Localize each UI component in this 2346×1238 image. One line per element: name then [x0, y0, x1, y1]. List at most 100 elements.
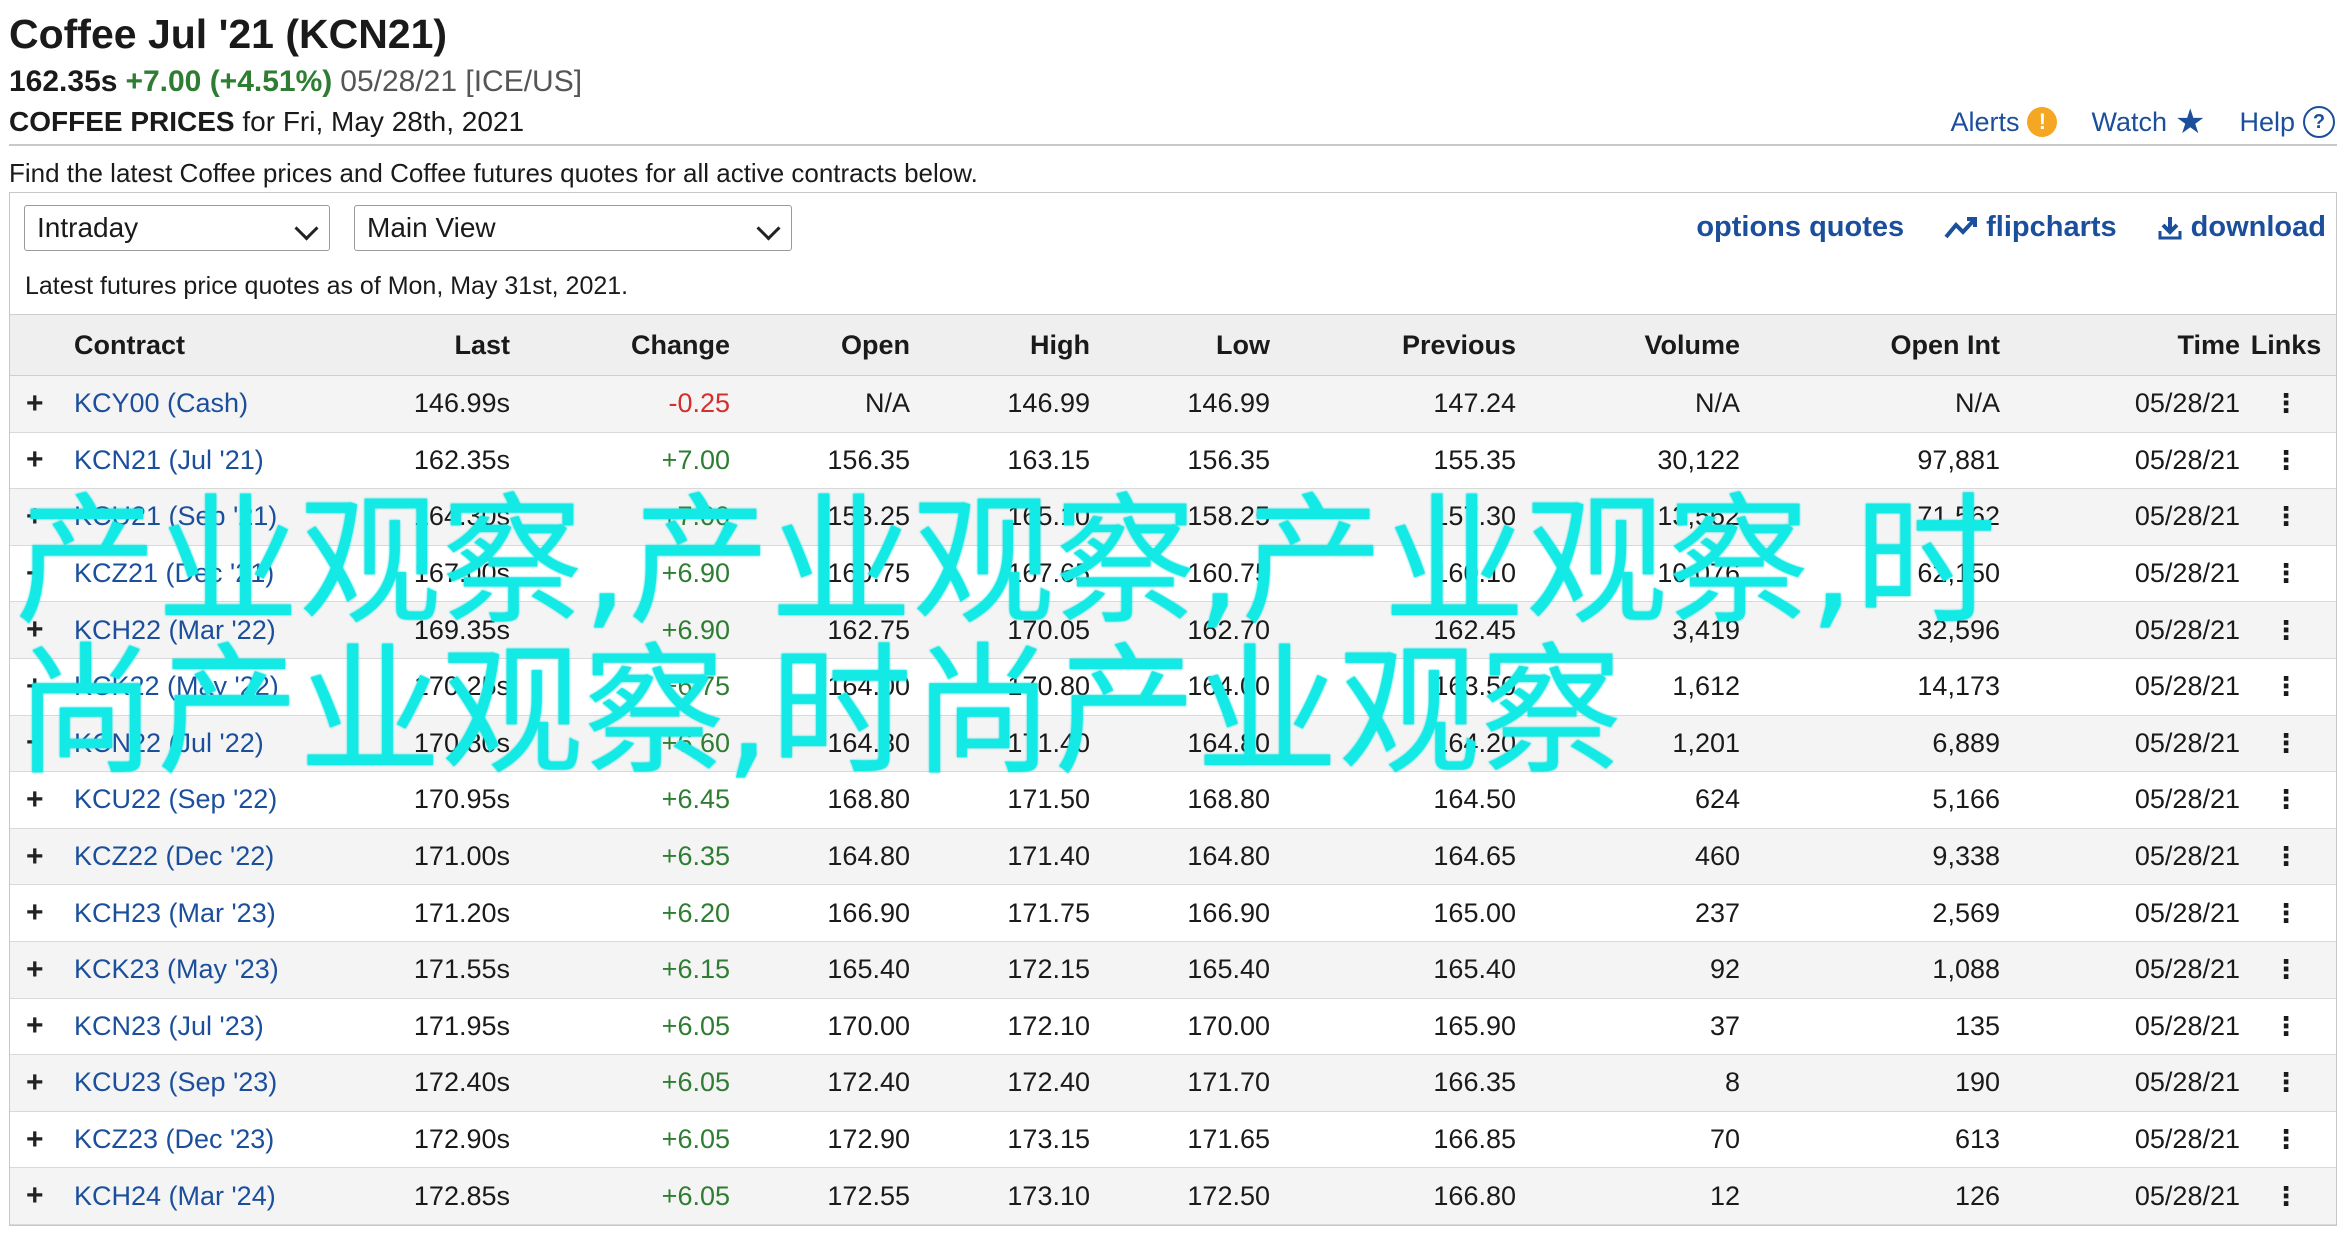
kebab-menu-icon[interactable]: ⋮ — [2246, 885, 2326, 941]
table-row: + KCN23 (Jul '23) 171.95s +6.05 170.00 172.10… — [10, 999, 2336, 1056]
kebab-menu-icon[interactable]: ⋮ — [2246, 489, 2326, 545]
section-line: COFFEE PRICES for Fri, May 28th, 2021 Al… — [9, 102, 2337, 142]
col-previous[interactable]: Previous — [1280, 315, 1516, 375]
contract-link[interactable]: KCN22 (Jul '22) — [74, 716, 264, 772]
cell-open: 168.80 — [827, 784, 910, 815]
cell-open: 156.35 — [827, 444, 910, 475]
contract-link[interactable]: KCH23 (Mar '23) — [74, 885, 276, 941]
contract-link[interactable]: KCN23 (Jul '23) — [74, 999, 264, 1055]
plus-icon[interactable]: + — [26, 602, 50, 658]
cell-previous: 155.35 — [1433, 444, 1516, 475]
contract-link[interactable]: KCU23 (Sep '23) — [74, 1055, 277, 1111]
plus-icon[interactable]: + — [26, 1112, 50, 1168]
kebab-menu-icon[interactable]: ⋮ — [2246, 376, 2326, 432]
plus-icon[interactable]: + — [26, 659, 50, 715]
date-exchange: 05/28/21 [ICE/US] — [340, 65, 583, 98]
col-last[interactable]: Last — [310, 315, 510, 375]
kebab-menu-icon[interactable]: ⋮ — [2246, 546, 2326, 602]
plus-icon[interactable]: + — [26, 376, 50, 432]
table-row: + KCN21 (Jul '21) 162.35s +7.00 156.35 163.15… — [10, 433, 2336, 490]
contract-link[interactable]: KCK22 (May '22) — [74, 659, 279, 715]
cell-last: 171.55s — [413, 954, 510, 985]
cell-previous: 166.85 — [1433, 1124, 1516, 1155]
contract-link[interactable]: KCU22 (Sep '22) — [74, 772, 277, 828]
plus-icon[interactable]: + — [26, 489, 50, 545]
price-line: 162.35s +7.00 (+4.51%) 05/28/21 [ICE/US] — [9, 62, 2337, 102]
cell-high: 170.80 — [1007, 671, 1090, 702]
cell-previous: 160.10 — [1433, 558, 1516, 589]
kebab-menu-icon[interactable]: ⋮ — [2246, 942, 2326, 998]
plus-icon[interactable]: + — [26, 999, 50, 1055]
kebab-menu-icon[interactable]: ⋮ — [2246, 829, 2326, 885]
cell-open-int: 9,338 — [1932, 841, 2000, 872]
cell-change: +6.05 — [661, 1067, 730, 1098]
contract-link[interactable]: KCZ21 (Dec '21) — [74, 546, 274, 602]
plus-icon[interactable]: + — [26, 1055, 50, 1111]
last-price: 162.35s — [9, 65, 118, 98]
cell-previous: 166.35 — [1433, 1067, 1516, 1098]
contract-link[interactable]: KCU21 (Sep '21) — [74, 489, 277, 545]
kebab-menu-icon[interactable]: ⋮ — [2246, 1055, 2326, 1111]
cell-high: 171.50 — [1007, 784, 1090, 815]
contract-link[interactable]: KCH24 (Mar '24) — [74, 1168, 276, 1224]
plus-icon[interactable]: + — [26, 433, 50, 489]
cell-high: 172.40 — [1007, 1067, 1090, 1098]
kebab-menu-icon[interactable]: ⋮ — [2246, 1112, 2326, 1168]
contract-link[interactable]: KCZ22 (Dec '22) — [74, 829, 274, 885]
table-row: + KCN22 (Jul '22) 170.80s +6.60 164.80 171.40… — [10, 715, 2336, 773]
plus-icon[interactable]: + — [26, 885, 50, 941]
col-contract[interactable]: Contract — [74, 315, 185, 375]
table-row: + KCY00 (Cash) 146.99s -0.25 N/A 146.99 146.99… — [10, 376, 2336, 433]
cell-open: 164.00 — [827, 671, 910, 702]
cell-high: 172.10 — [1007, 1010, 1090, 1041]
cell-previous: 166.80 — [1433, 1180, 1516, 1211]
watch-link[interactable]: Watch ★ — [2091, 102, 2205, 142]
options-quotes-link[interactable]: options quotes — [1696, 211, 1904, 244]
kebab-menu-icon[interactable]: ⋮ — [2246, 659, 2326, 715]
contract-link[interactable]: KCY00 (Cash) — [74, 376, 248, 432]
help-link[interactable]: Help? — [2239, 102, 2335, 142]
view-select[interactable]: Main View — [354, 205, 792, 251]
col-links: Links — [2250, 329, 2322, 360]
period-select[interactable]: Intraday — [24, 205, 330, 251]
kebab-menu-icon[interactable]: ⋮ — [2246, 999, 2326, 1055]
col-open[interactable]: Open — [750, 315, 910, 375]
cell-change: +6.35 — [661, 841, 730, 872]
plus-icon[interactable]: + — [26, 716, 50, 772]
contract-link[interactable]: KCZ23 (Dec '23) — [74, 1112, 274, 1168]
col-change[interactable]: Change — [530, 315, 730, 375]
col-open-int[interactable]: Open Int — [1750, 315, 2001, 375]
kebab-menu-icon[interactable]: ⋮ — [2246, 772, 2326, 828]
cell-open-int: 135 — [1954, 1010, 2000, 1041]
download-link[interactable]: download — [2157, 211, 2326, 244]
alerts-link[interactable]: Alerts! — [1950, 102, 2058, 142]
col-low[interactable]: Low — [1100, 315, 1270, 375]
col-time[interactable]: Time — [2010, 315, 2240, 375]
plus-icon[interactable]: + — [26, 1168, 50, 1224]
cell-last: 170.25s — [413, 671, 510, 702]
cell-change: +6.05 — [661, 1180, 730, 1211]
exclamation-circle-icon: ! — [2027, 107, 2058, 137]
plus-icon[interactable]: + — [26, 942, 50, 998]
contract-link[interactable]: KCN21 (Jul '21) — [74, 433, 264, 489]
plus-icon[interactable]: + — [26, 546, 50, 602]
flipcharts-link[interactable]: flipcharts — [1944, 211, 2117, 244]
cell-open: 165.40 — [827, 954, 910, 985]
col-high[interactable]: High — [920, 315, 1090, 375]
cell-time: 05/28/21 — [2134, 1067, 2240, 1098]
col-volume[interactable]: Volume — [1530, 315, 1740, 375]
cell-open: 172.40 — [827, 1067, 910, 1098]
cell-high: 171.40 — [1007, 727, 1090, 758]
plus-icon[interactable]: + — [26, 772, 50, 828]
kebab-menu-icon[interactable]: ⋮ — [2246, 1168, 2326, 1224]
cell-last: 171.95s — [413, 1010, 510, 1041]
kebab-menu-icon[interactable]: ⋮ — [2246, 716, 2326, 772]
cell-open-int: 190 — [1954, 1067, 2000, 1098]
kebab-menu-icon[interactable]: ⋮ — [2246, 433, 2326, 489]
plus-icon[interactable]: + — [26, 829, 50, 885]
kebab-menu-icon[interactable]: ⋮ — [2246, 602, 2326, 658]
contract-link[interactable]: KCH22 (Mar '22) — [74, 602, 276, 658]
contract-link[interactable]: KCK23 (May '23) — [74, 942, 279, 998]
section-label: COFFEE PRICES — [9, 106, 235, 137]
cell-high: 167.65 — [1007, 558, 1090, 589]
